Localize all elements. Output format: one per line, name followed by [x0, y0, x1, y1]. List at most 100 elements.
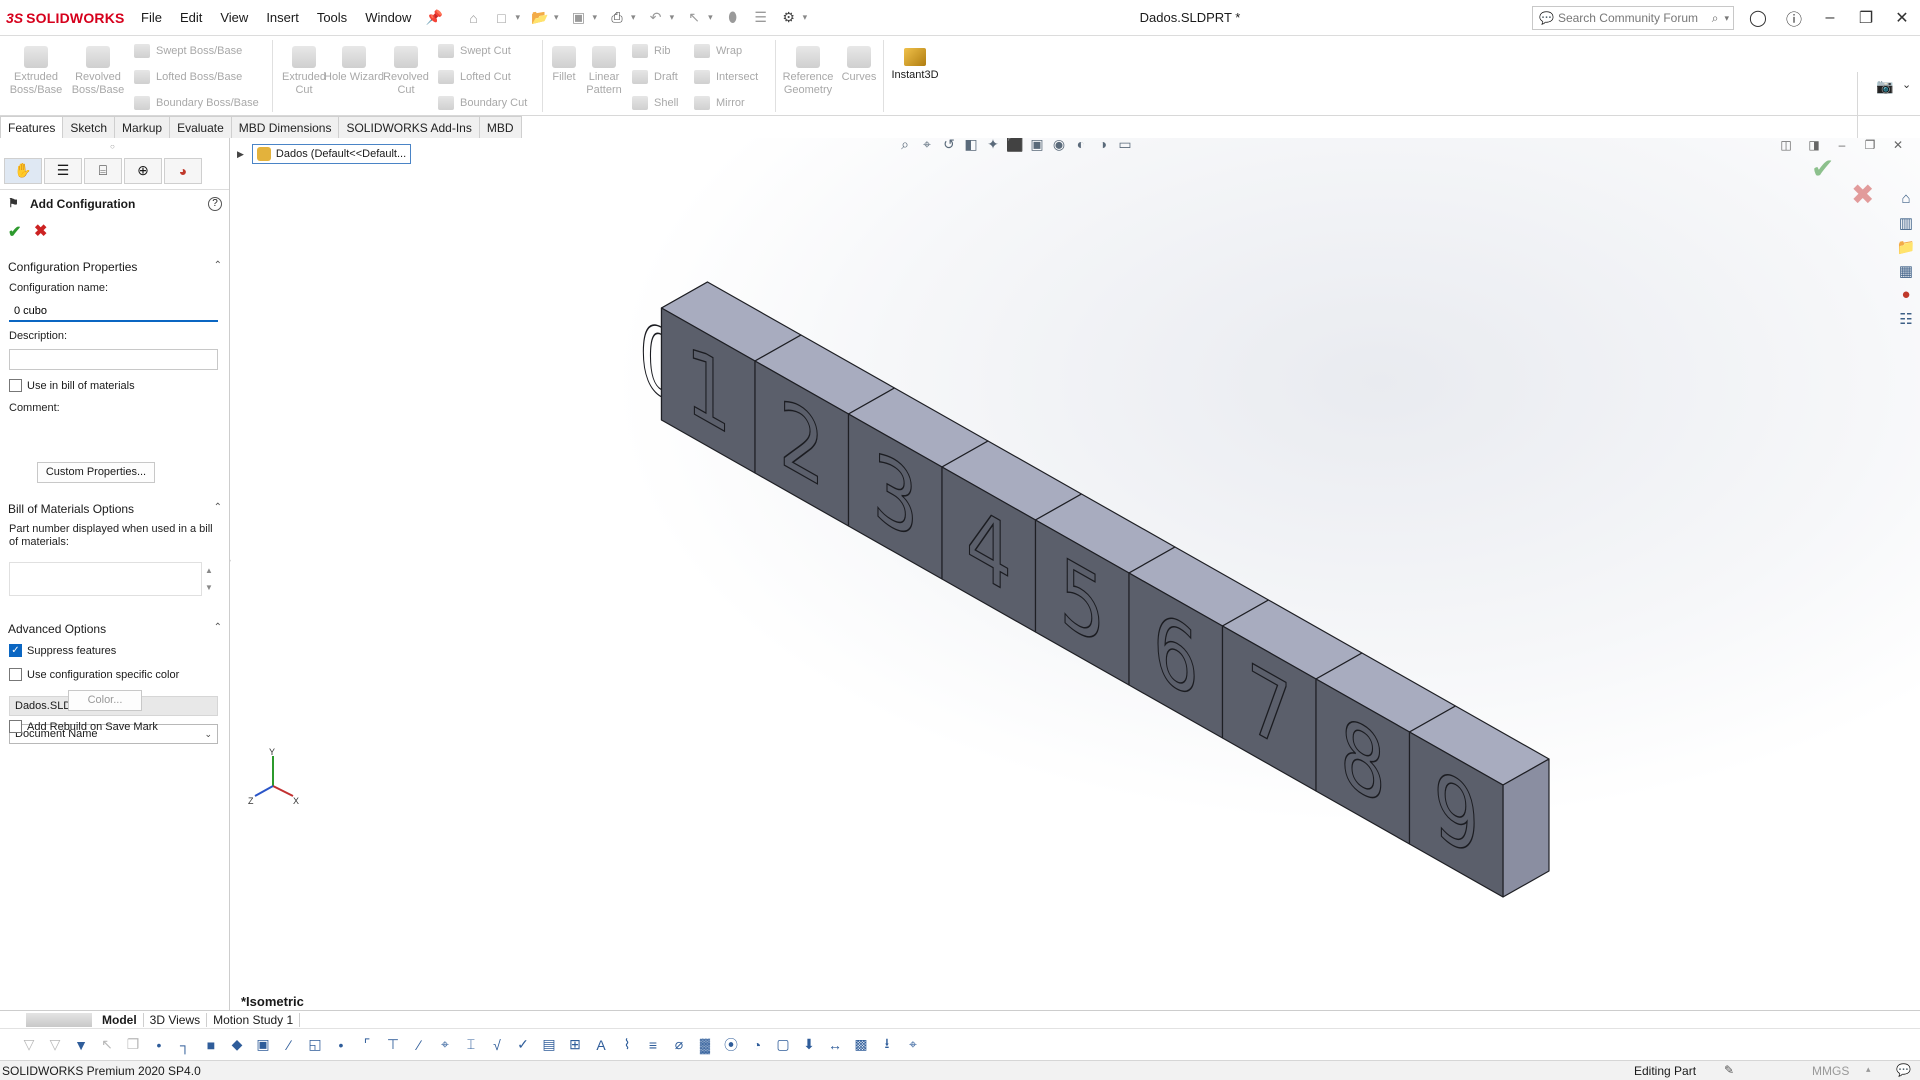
- advanced-options-header[interactable]: Advanced Options ⌃: [8, 622, 222, 636]
- filter-sketch-points-icon[interactable]: •: [328, 1037, 354, 1053]
- edit-appearance-icon[interactable]: ◐: [1070, 138, 1092, 153]
- dynamic-annotation-icon[interactable]: ✦: [982, 138, 1004, 153]
- dimxpert-tab-icon[interactable]: ⊕: [124, 157, 162, 184]
- tab-markup[interactable]: Markup: [114, 116, 171, 138]
- zoom-to-fit-icon[interactable]: ⌕: [894, 138, 916, 153]
- configuration-properties-header[interactable]: Configuration Properties ⌃: [8, 260, 222, 274]
- filter-faces-icon[interactable]: ■: [198, 1037, 224, 1053]
- tab-sketch[interactable]: Sketch: [62, 116, 116, 138]
- intersect-button[interactable]: Intersect: [694, 70, 758, 84]
- filter-midpoints-icon[interactable]: ⊤: [380, 1036, 406, 1053]
- checkbox-box[interactable]: [9, 668, 22, 681]
- view-orientation-icon[interactable]: ⬛: [1004, 138, 1026, 153]
- menu-insert[interactable]: Insert: [257, 0, 308, 36]
- filter-centerlines-icon[interactable]: ⌖: [432, 1036, 458, 1053]
- wrap-button[interactable]: Wrap: [694, 44, 742, 58]
- filter-routing-points-icon[interactable]: ◔: [744, 1037, 770, 1053]
- boundary-boss-button[interactable]: Boundary Boss/Base: [134, 96, 259, 110]
- apply-scene-icon[interactable]: ◑: [1092, 138, 1114, 153]
- filter-weld-symbols-icon[interactable]: A: [588, 1037, 614, 1053]
- cancel-x-icon[interactable]: ✖: [34, 221, 47, 241]
- tab-mbd[interactable]: MBD: [478, 116, 522, 138]
- bom-options-header[interactable]: Bill of Materials Options ⌃: [8, 502, 222, 516]
- tab-evaluate[interactable]: Evaluate: [169, 116, 232, 138]
- options-caret-icon[interactable]: ▾: [803, 12, 808, 23]
- configuration-manager-tab-icon[interactable]: ⌸: [84, 157, 122, 184]
- filter-blocks-icon[interactable]: ⌀: [666, 1036, 692, 1053]
- user-account-icon[interactable]: ◯: [1740, 8, 1776, 28]
- units-caret-icon[interactable]: ▴: [1866, 1064, 1871, 1075]
- filter-sketch-text-icon[interactable]: ↔: [822, 1037, 848, 1053]
- filter-connection-points-icon[interactable]: ⦿: [718, 1035, 744, 1055]
- custom-properties-icon[interactable]: ☷: [1893, 310, 1919, 334]
- configuration-name-field[interactable]: [9, 301, 218, 322]
- search-icon[interactable]: ⌕: [1712, 11, 1719, 26]
- draft-button[interactable]: Draft: [632, 70, 678, 84]
- confirmation-ok-icon[interactable]: ✔: [1811, 152, 1834, 185]
- rebuild-save-mark-checkbox[interactable]: Add Rebuild on Save Mark: [9, 720, 158, 733]
- zoom-to-area-icon[interactable]: ⌖: [916, 138, 938, 153]
- select-caret-icon[interactable]: ▾: [708, 12, 713, 23]
- curves-button[interactable]: Curves: [836, 46, 882, 84]
- menu-window[interactable]: Window: [356, 0, 420, 36]
- maximize-icon[interactable]: ❐: [1848, 8, 1884, 28]
- collapse-chevron-icon[interactable]: ⌃: [214, 260, 222, 274]
- new-caret-icon[interactable]: ▾: [515, 12, 520, 23]
- extruded-boss-button[interactable]: Extruded Boss/Base: [6, 46, 66, 97]
- print-icon[interactable]: ⎙: [606, 7, 628, 29]
- checkbox-box[interactable]: [9, 379, 22, 392]
- filter-surface-bodies-icon[interactable]: ◆: [224, 1036, 250, 1053]
- property-manager-tab-icon[interactable]: ☰: [44, 157, 82, 184]
- tab-3d-views[interactable]: 3D Views: [144, 1012, 208, 1027]
- revolved-cut-button[interactable]: Revolved Cut: [376, 46, 436, 97]
- open-caret-icon[interactable]: ▾: [554, 12, 559, 23]
- comment-scrollbar[interactable]: ▲ ▼: [205, 562, 213, 596]
- collapse-chevron-icon[interactable]: ⌃: [214, 502, 222, 516]
- notification-bubble-icon[interactable]: 💬: [1896, 1063, 1911, 1077]
- rib-button[interactable]: Rib: [632, 44, 671, 58]
- filter-notes-icon[interactable]: ▤: [536, 1036, 562, 1053]
- viewport-minimize-icon[interactable]: –: [1828, 138, 1856, 152]
- filter-toggle-icon[interactable]: ▽: [16, 1036, 42, 1053]
- hole-wizard-button[interactable]: Hole Wizard: [324, 46, 384, 84]
- menu-edit[interactable]: Edit: [171, 0, 211, 36]
- swept-cut-button[interactable]: Swept Cut: [438, 44, 511, 58]
- filter-datum-targets-icon[interactable]: ⌇: [614, 1036, 640, 1053]
- view-palette-icon[interactable]: ▦: [1893, 262, 1919, 286]
- filter-mbd-icon[interactable]: ⌖: [900, 1036, 926, 1053]
- filter-select-all-icon[interactable]: ▼: [68, 1037, 94, 1053]
- filter-sketch-segments-icon[interactable]: ⌜: [354, 1036, 380, 1053]
- lofted-cut-button[interactable]: Lofted Cut: [438, 70, 511, 84]
- expand-arrow-icon[interactable]: ▶: [237, 149, 244, 160]
- checkbox-checked[interactable]: ✓: [9, 644, 22, 657]
- help-icon[interactable]: ⓘ: [1776, 6, 1812, 30]
- help-icon[interactable]: ?: [208, 197, 222, 211]
- undo-icon[interactable]: ↶: [645, 7, 667, 29]
- expand-chevron-icon[interactable]: ⌄: [1902, 78, 1911, 91]
- panel-grip[interactable]: ○: [110, 142, 115, 151]
- filter-edges-icon[interactable]: ┐: [172, 1037, 198, 1053]
- hide-show-items-icon[interactable]: ◉: [1048, 138, 1070, 153]
- menu-tools[interactable]: Tools: [308, 0, 356, 36]
- section-view-icon[interactable]: ◧: [960, 138, 982, 153]
- menu-file[interactable]: File: [132, 0, 171, 36]
- tab-motion-study[interactable]: Motion Study 1: [207, 1012, 301, 1027]
- view-settings-icon[interactable]: ▭: [1114, 138, 1136, 153]
- save-icon[interactable]: ▣: [568, 7, 590, 29]
- search-community-input[interactable]: 💬 Search Community Forum ⌕ ▾: [1532, 6, 1734, 30]
- tab-scroll-arrows[interactable]: [26, 1012, 92, 1027]
- rebuild-icon[interactable]: ⬮: [722, 7, 744, 29]
- previous-view-icon[interactable]: ↺: [938, 138, 960, 153]
- file-explorer-icon[interactable]: 📁: [1893, 238, 1919, 262]
- tab-mbd-dimensions[interactable]: MBD Dimensions: [230, 116, 340, 138]
- graphics-viewport[interactable]: 0123456789 ▶ Dados (Default<<Default... …: [231, 138, 1920, 1010]
- filter-axes-icon[interactable]: ∕: [276, 1037, 302, 1053]
- camera-icon[interactable]: 📷: [1876, 78, 1893, 95]
- solidworks-resources-icon[interactable]: ⌂: [1893, 190, 1919, 214]
- viewport-close-icon[interactable]: ✕: [1884, 138, 1912, 152]
- select-pointer-icon[interactable]: ↖: [94, 1036, 120, 1053]
- split-view-icon[interactable]: ◫: [1772, 138, 1800, 152]
- appearances-icon[interactable]: ●: [1893, 286, 1919, 310]
- options-gear-icon[interactable]: ⚙: [778, 7, 800, 29]
- tile-view-icon[interactable]: ◨: [1800, 138, 1828, 152]
